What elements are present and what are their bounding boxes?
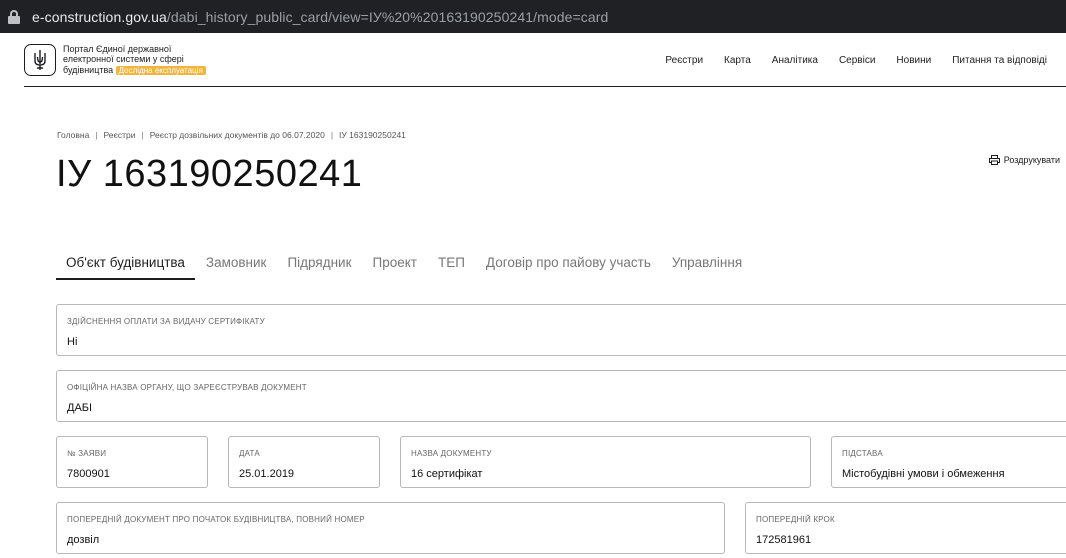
- nav-news[interactable]: Новини: [896, 55, 931, 66]
- field-label: Офіційна назва органу, що зареєстрував д…: [67, 383, 307, 392]
- field-value: дозвіл: [67, 534, 100, 546]
- field-value: 7800901: [67, 468, 110, 480]
- field-previous-document: Попередній документ про початок будівниц…: [56, 502, 725, 554]
- trial-badge: Дослідна експлуатація: [115, 65, 206, 75]
- field-value: Ні: [67, 336, 78, 348]
- main-nav: Реєстри Карта Аналітика Сервіси Новини П…: [644, 33, 1047, 87]
- field-label: Попередній документ про початок будівниц…: [67, 515, 365, 524]
- portal-name[interactable]: Портал Єдиної державної електронної сист…: [63, 44, 243, 76]
- breadcrumb-current: ІУ 163190250241: [339, 130, 406, 140]
- field-value: Містобудівні умови і обмеження: [842, 468, 1005, 480]
- field-value: ДАБІ: [67, 402, 93, 414]
- tab-project[interactable]: Проект: [362, 248, 426, 280]
- nav-services[interactable]: Сервіси: [839, 55, 875, 66]
- tab-bar: Об'єкт будівництва Замовник Підрядник Пр…: [56, 248, 753, 280]
- breadcrumb: Головна | Реєстри | Реєстр дозвільних до…: [57, 130, 406, 140]
- field-label: Підстава: [842, 449, 883, 458]
- portal-name-line1: Портал Єдиної державної: [63, 43, 172, 54]
- printer-icon: [988, 155, 1000, 165]
- field-label: Назва документу: [411, 449, 492, 458]
- tab-object[interactable]: Об'єкт будівництва: [56, 248, 195, 280]
- field-document-name: Назва документу 16 сертифікат: [400, 436, 811, 488]
- field-previous-step: Попередній крок 172581961: [745, 502, 1066, 554]
- nav-faq[interactable]: Питання та відповіді: [952, 55, 1047, 66]
- url-domain: e-construction.gov.ua: [32, 8, 167, 25]
- breadcrumb-registry[interactable]: Реєстр дозвільних документів до 06.07.20…: [150, 130, 325, 140]
- field-payment: Здійснення оплати за видачу сертифікату …: [56, 304, 1066, 356]
- field-value: 172581961: [756, 534, 812, 546]
- tab-customer[interactable]: Замовник: [196, 248, 277, 280]
- field-basis: Підстава Містобудівні умови і обмеження: [831, 436, 1066, 488]
- tab-equity-agreement[interactable]: Договір про пайову участь: [476, 248, 661, 280]
- breadcrumb-separator: |: [95, 130, 98, 140]
- field-label: Дата: [239, 449, 260, 458]
- tab-tep[interactable]: ТЕП: [428, 248, 475, 280]
- site-header: Портал Єдиної державної електронної сист…: [24, 33, 1066, 87]
- field-label: Здійснення оплати за видачу сертифікату: [67, 317, 265, 326]
- lock-icon: [8, 9, 20, 24]
- field-organ: Офіційна назва органу, що зареєстрував д…: [56, 370, 1066, 422]
- breadcrumb-separator: |: [330, 130, 334, 140]
- breadcrumb-home[interactable]: Головна: [57, 130, 89, 140]
- breadcrumb-registries[interactable]: Реєстри: [104, 130, 136, 140]
- print-button[interactable]: Роздрукувати: [988, 155, 1060, 165]
- print-label: Роздрукувати: [1003, 155, 1060, 165]
- field-value: 16 сертифікат: [411, 468, 483, 480]
- field-date: Дата 25.01.2019: [228, 436, 380, 488]
- portal-name-line2: електронної системи у сфері: [63, 54, 184, 65]
- portal-name-line3: будівництва: [63, 64, 114, 75]
- field-label: № заяви: [67, 449, 107, 458]
- url-path: /dabi_history_public_card/view=ІУ%20%201…: [166, 8, 609, 25]
- trident-logo-icon[interactable]: [24, 43, 56, 76]
- tab-management[interactable]: Управління: [662, 248, 752, 280]
- nav-analytics[interactable]: Аналітика: [772, 55, 818, 66]
- browser-url-bar[interactable]: e-construction.gov.ua/dabi_history_publi…: [0, 0, 1066, 33]
- field-label: Попередній крок: [756, 515, 835, 524]
- tab-contractor[interactable]: Підрядник: [277, 248, 361, 280]
- field-value: 25.01.2019: [239, 468, 295, 480]
- nav-registries[interactable]: Реєстри: [665, 55, 703, 66]
- nav-map[interactable]: Карта: [724, 55, 751, 66]
- url-text[interactable]: e-construction.gov.ua/dabi_history_publi…: [32, 9, 608, 25]
- field-application-number: № заяви 7800901: [56, 436, 208, 488]
- page-title: ІУ 163190250241: [56, 153, 363, 195]
- breadcrumb-separator: |: [141, 130, 144, 140]
